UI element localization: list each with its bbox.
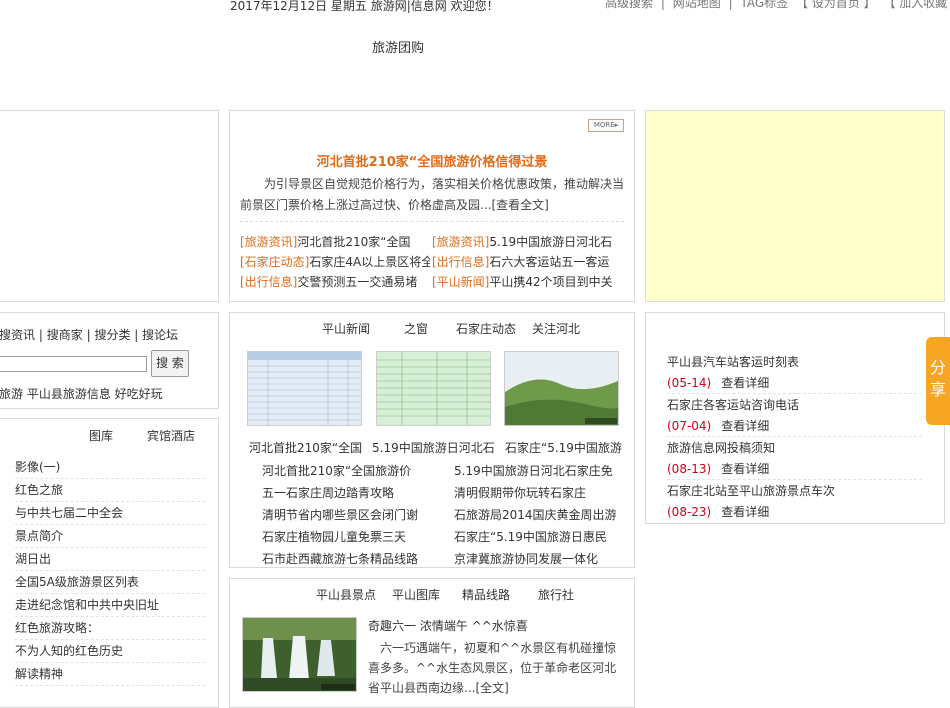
tab-window[interactable]: 之窗 [404, 320, 428, 337]
ad-banner[interactable] [645, 110, 945, 302]
hot-keywords[interactable]: 旅游 平山县旅游信息 好吃好玩 [0, 385, 163, 402]
transport-item-date: (08-23) 查看详细 [667, 505, 770, 519]
scenic-summary: 六一巧遇端午，初夏和^^水景区有机碰撞惊喜多多。^^水生态风景区，位于革命老区河… [368, 641, 617, 695]
view-details-link[interactable]: 查看详细 [721, 376, 769, 390]
tab-separator: | [38, 328, 43, 342]
divider [667, 479, 922, 480]
link-separator: | [660, 0, 665, 10]
tab-hebei-news[interactable]: 关注河北 [532, 320, 580, 337]
news-thumb-mountain[interactable] [504, 351, 619, 426]
tab-travel-agency[interactable]: 旅行社 [538, 586, 574, 603]
list-item[interactable]: 影像(一) [15, 456, 205, 479]
headline-item[interactable]: [石家庄动态]石家庄4A以上景区将全 [240, 253, 430, 270]
scenic-photo[interactable] [242, 617, 357, 692]
sitemap-link[interactable]: 网站地图 [673, 0, 721, 10]
list-item[interactable]: 全国5A级旅游景区列表 [15, 571, 205, 594]
list-item[interactable]: 景点简介 [15, 525, 205, 548]
divider [667, 436, 922, 437]
news-item[interactable]: 石家庄“5.19中国旅游日惠民 [454, 528, 619, 545]
tab-sjz-news[interactable]: 石家庄动态 [456, 320, 516, 337]
news-thumb-table[interactable] [247, 351, 362, 426]
tab-search-merchant[interactable]: 搜商家 [47, 328, 83, 342]
tab-gallery[interactable]: 图库 [89, 427, 113, 444]
news-item[interactable]: 五一石家庄周边踏青攻略 [262, 484, 427, 501]
set-homepage-link[interactable]: 【 设为首页 】 [796, 0, 876, 10]
transport-item-title[interactable]: 旅游信息网投稿须知 [667, 439, 775, 456]
tab-pingshan-news[interactable]: 平山新闻 [322, 320, 370, 337]
list-item[interactable]: 湖日出 [15, 548, 205, 571]
news-item[interactable]: 5.19中国旅游日河北石家庄免 [454, 462, 619, 479]
tab-search-category[interactable]: 搜分类 [94, 328, 130, 342]
advanced-search-link[interactable]: 高级搜索 [605, 0, 653, 10]
scenic-title[interactable]: 奇趣六一 浓情端午 ^^水惊喜 [368, 617, 528, 634]
tab-search-news[interactable]: 搜资讯 [0, 328, 35, 342]
search-button[interactable]: 搜 索 [151, 350, 189, 377]
table-image-icon [377, 352, 490, 425]
waterfall-photo-icon [243, 618, 356, 691]
more-button[interactable]: MORE▸ [588, 119, 624, 132]
headline-panel: MORE▸ 河北首批210家“全国旅游价格信得过景 为引导景区自觉规范价格行为，… [229, 110, 635, 302]
view-details-link[interactable]: 查看详细 [721, 462, 769, 476]
tab-scenic-spots[interactable]: 平山县景点 [316, 586, 376, 603]
tab-separator: | [134, 328, 139, 342]
news-item[interactable]: 石家庄植物园儿童免票三天 [262, 528, 427, 545]
list-item[interactable]: 走进纪念馆和中共中央旧址 [15, 594, 205, 617]
transport-item-title[interactable]: 平山县汽车站客运时刻表 [667, 353, 799, 370]
scenic-panel: 平山县景点 平山图库 精品线路 旅行社 奇趣六一 浓情端午 ^^水惊喜 六一巧遇… [229, 578, 635, 708]
transport-item-date: (05-14) 查看详细 [667, 376, 770, 390]
thumb-caption[interactable]: 5.19中国旅游日河北石 [372, 439, 497, 456]
thumb-caption[interactable]: 河北首批210家“全国 [249, 439, 374, 456]
headline-summary: 为引导景区自觉规范价格行为，落实相关价格优惠政策，推动解决当前景区门票价格上涨过… [240, 177, 625, 212]
transport-item-date: (07-04) 查看详细 [667, 419, 770, 433]
left-top-panel [0, 110, 219, 302]
tag-link[interactable]: TAG标签 [740, 0, 788, 10]
tab-search-forum[interactable]: 搜论坛 [142, 328, 178, 342]
link-separator: | [728, 0, 733, 10]
mountain-photo-icon [505, 352, 618, 425]
news-item[interactable]: 清明假期带你玩转石家庄 [454, 484, 619, 501]
view-details-link[interactable]: 查看详细 [721, 419, 769, 433]
transport-panel: 平山县汽车站客运时刻表 (05-14) 查看详细 石家庄各客运站咨询电话 (07-… [645, 312, 945, 524]
tab-hotel[interactable]: 宾馆酒店 [147, 427, 195, 444]
search-panel: 搜资讯 | 搜商家 | 搜分类 | 搜论坛 搜 索 旅游 平山县旅游信息 好吃好… [0, 312, 219, 409]
tab-pingshan-gallery[interactable]: 平山图库 [392, 586, 440, 603]
top-links: 高级搜索 | 网站地图 | TAG标签 【 设为首页 】 【 加入收藏 】 [605, 0, 950, 11]
headline-title[interactable]: 河北首批210家“全国旅游价格信得过景 [230, 151, 634, 170]
transport-item-title[interactable]: 石家庄各客运站咨询电话 [667, 396, 799, 413]
table-image-icon [248, 352, 361, 425]
view-details-link[interactable]: 查看详细 [721, 505, 769, 519]
transport-item-date: (08-13) 查看详细 [667, 462, 770, 476]
list-item[interactable]: 红色旅游攻略： [15, 617, 205, 640]
tab-featured-routes[interactable]: 精品线路 [462, 586, 510, 603]
left-list-panel: 图库 宾馆酒店 影像(一) 红色之旅 与中共七届二中全会 景点简介 湖日出 全国… [0, 418, 219, 708]
list-item[interactable]: 红色之旅 [15, 479, 205, 502]
headline-item[interactable]: [旅游资讯]河北首批210家“全国 [240, 233, 430, 250]
divider [240, 221, 624, 222]
add-favorite-link[interactable]: 【 加入收藏 】 [883, 0, 950, 10]
headline-item[interactable]: [旅游资讯]5.19中国旅游日河北石 [432, 233, 622, 250]
news-item[interactable]: 石市赴西藏旅游七条精品线路 [262, 550, 427, 567]
headline-item[interactable]: [出行信息]交警预测五一交通易堵 [240, 273, 430, 290]
list-item[interactable]: 不为人知的红色历史 [15, 640, 205, 663]
search-tabs: 搜资讯 | 搜商家 | 搜分类 | 搜论坛 [0, 326, 178, 343]
news-item[interactable]: 清明节省内哪些景区会闭门谢 [262, 506, 427, 523]
news-item[interactable]: 京津冀旅游协同发展一体化 [454, 550, 619, 567]
news-panel: 平山新闻 之窗 石家庄动态 关注河北 河北首批210家“全国 5.19中国旅游日… [229, 312, 635, 568]
search-input[interactable] [0, 356, 147, 372]
divider [667, 393, 922, 394]
headline-item[interactable]: [平山新闻]平山携42个项目到中关 [432, 273, 622, 290]
tab-separator: | [86, 328, 91, 342]
transport-item-title[interactable]: 石家庄北站至平山旅游景点车次 [667, 482, 835, 499]
thumb-caption[interactable]: 石家庄“5.19中国旅游 [505, 439, 630, 456]
news-item[interactable]: 河北首批210家“全国旅游价 [262, 462, 427, 479]
news-thumb-table-green[interactable] [376, 351, 491, 426]
date-line: 2017年12月12日 星期五 旅游网|信息网 欢迎您！ [230, 0, 499, 13]
list-item[interactable]: 解读精神 [15, 663, 205, 686]
share-button[interactable]: 分享 [926, 337, 950, 425]
headline-item[interactable]: [出行信息]石六大客运站五一客运 [432, 253, 622, 270]
list-item[interactable]: 与中共七届二中全会 [15, 502, 205, 525]
nav-tour-group[interactable]: 旅游团购 [372, 37, 424, 56]
news-item[interactable]: 石旅游局2014国庆黄金周出游 [454, 506, 619, 523]
